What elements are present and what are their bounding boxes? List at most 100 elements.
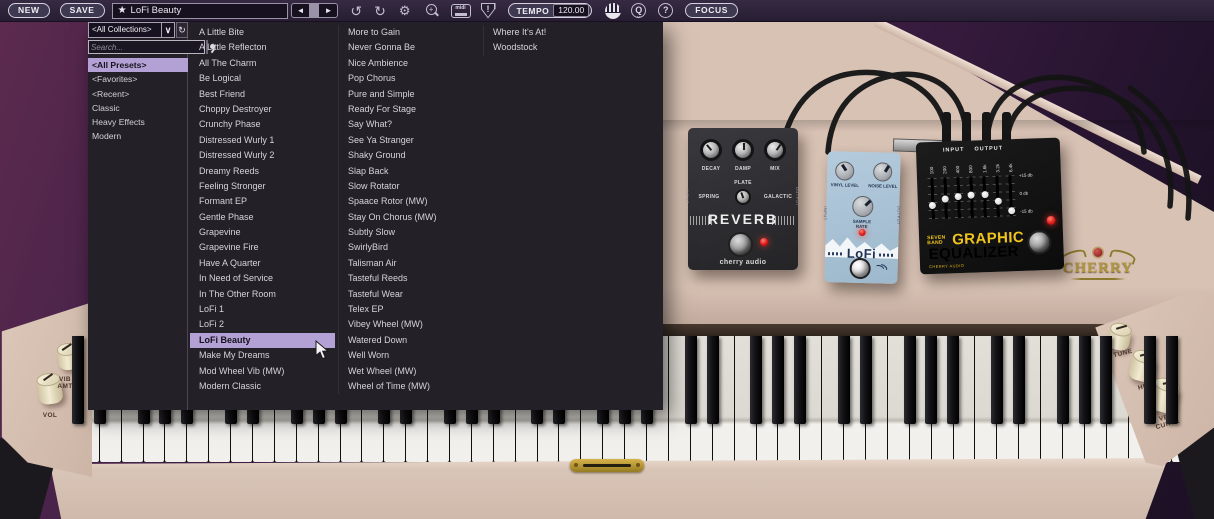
preset-item[interactable]: Watered Down — [339, 333, 483, 348]
lofi-sample-rate-knob[interactable] — [852, 196, 874, 218]
preset-item[interactable]: Grapevine Fire — [190, 240, 335, 255]
reverb-decay-knob[interactable] — [700, 139, 722, 161]
preset-item[interactable]: Distressed Wurly 2 — [190, 148, 335, 163]
preset-item[interactable]: Slow Rotator — [339, 179, 483, 194]
eq-slider[interactable] — [940, 177, 950, 218]
eq-slider[interactable] — [980, 176, 990, 217]
piano-black-key[interactable] — [991, 336, 1003, 424]
preset-item[interactable]: Vibey Wheel (MW) — [339, 317, 483, 332]
piano-black-key[interactable] — [1144, 336, 1156, 424]
piano-black-key[interactable] — [925, 336, 937, 424]
preset-item[interactable]: Grapevine — [190, 225, 335, 240]
collections-dropdown[interactable]: <All Collections> ∨ ↻ — [88, 22, 188, 38]
keyboard-panel-icon[interactable] — [605, 3, 621, 19]
preset-item[interactable]: LoFi Beauty — [190, 333, 335, 348]
preset-item[interactable]: Telex EP — [339, 302, 483, 317]
eq-slider-cap[interactable] — [955, 193, 962, 200]
preset-item[interactable]: More to Gain — [339, 25, 483, 40]
qwerty-midi-icon[interactable]: Q — [631, 3, 646, 18]
preset-item[interactable]: In Need of Service — [190, 271, 335, 286]
preset-item[interactable]: Nice Ambience — [339, 56, 483, 71]
eq-slider-cap[interactable] — [1008, 207, 1015, 214]
piano-black-key[interactable] — [1166, 336, 1178, 424]
favorite-star-icon[interactable]: ★ — [118, 5, 127, 16]
preset-item[interactable]: Slap Back — [339, 164, 483, 179]
settings-gear-icon[interactable]: ⚙ — [399, 1, 411, 21]
eq-slider[interactable] — [1006, 175, 1016, 216]
category-item[interactable]: Classic — [88, 101, 188, 115]
preset-item[interactable]: Subtly Slow — [339, 225, 483, 240]
preset-item[interactable]: Make My Dreams — [190, 348, 335, 363]
preset-item[interactable]: Be Logical — [190, 71, 335, 86]
piano-black-key[interactable] — [794, 336, 806, 424]
preset-item[interactable]: Wet Wheel (MW) — [339, 364, 483, 379]
piano-black-key[interactable] — [772, 336, 784, 424]
midi-panic-icon[interactable]: ! — [481, 3, 496, 19]
preset-item[interactable]: LoFi 2 — [190, 317, 335, 332]
piano-black-key[interactable] — [1057, 336, 1069, 424]
preset-item[interactable]: All The Charm — [190, 56, 335, 71]
preset-item[interactable]: Stay On Chorus (MW) — [339, 210, 483, 225]
eq-footswitch[interactable] — [1027, 230, 1052, 255]
next-preset-button[interactable]: ► — [319, 4, 337, 17]
preset-item[interactable]: SwirlyBird — [339, 240, 483, 255]
new-button[interactable]: NEW — [8, 3, 50, 18]
tempo-value[interactable]: 120.00 — [553, 4, 589, 17]
piano-black-key[interactable] — [1013, 336, 1025, 424]
help-icon[interactable]: ? — [658, 3, 673, 18]
search-input[interactable] — [88, 40, 205, 54]
midi-button[interactable]: midi — [451, 4, 471, 18]
eq-slider[interactable] — [953, 177, 963, 218]
piano-black-key[interactable] — [860, 336, 872, 424]
piano-black-key[interactable] — [750, 336, 762, 424]
piano-black-key[interactable] — [1100, 336, 1112, 424]
preset-item[interactable]: Formant EP — [190, 194, 335, 209]
refresh-icon[interactable]: ↻ — [176, 22, 188, 38]
redo-button[interactable]: ↻ — [374, 1, 386, 21]
preset-item[interactable]: Say What? — [339, 117, 483, 132]
preset-name-field[interactable]: ★ LoFi Beauty — [112, 3, 288, 19]
category-item[interactable]: Modern — [88, 129, 188, 143]
preset-item[interactable]: LoFi 1 — [190, 302, 335, 317]
focus-button[interactable]: FOCUS — [685, 3, 738, 18]
eq-slider-cap[interactable] — [981, 191, 988, 198]
collections-value[interactable]: <All Collections> — [88, 22, 162, 38]
preset-item[interactable]: Pure and Simple — [339, 87, 483, 102]
reverb-footswitch[interactable] — [728, 232, 753, 257]
preset-item[interactable]: Woodstock — [484, 40, 661, 55]
piano-black-key[interactable] — [904, 336, 916, 424]
lofi-footswitch[interactable] — [849, 258, 871, 280]
preset-item[interactable]: Gentle Phase — [190, 210, 335, 225]
preset-item[interactable]: Have A Quarter — [190, 256, 335, 271]
category-item[interactable]: Heavy Effects — [88, 115, 188, 129]
preset-item[interactable]: Mod Wheel Vib (MW) — [190, 364, 335, 379]
reverb-mix-knob[interactable] — [764, 139, 786, 161]
preset-item[interactable]: Talisman Air — [339, 256, 483, 271]
reverb-mode-selector[interactable] — [735, 189, 751, 205]
eq-slider-cap[interactable] — [968, 191, 975, 198]
preset-item[interactable]: Choppy Destroyer — [190, 102, 335, 117]
preset-item[interactable]: Tasteful Wear — [339, 287, 483, 302]
preset-item[interactable]: Best Friend — [190, 87, 335, 102]
preset-item[interactable]: Where It's At! — [484, 25, 661, 40]
reverb-damp-knob[interactable] — [732, 139, 754, 161]
category-item[interactable]: <All Presets> — [88, 58, 188, 72]
lofi-noise-level-knob[interactable] — [873, 162, 892, 181]
category-item[interactable]: <Favorites> — [88, 72, 188, 86]
preset-item[interactable]: A Little Reflecton — [190, 40, 335, 55]
preset-item[interactable]: Crunchy Phase — [190, 117, 335, 132]
eq-slider-cap[interactable] — [994, 197, 1001, 204]
preset-item[interactable]: See Ya Stranger — [339, 133, 483, 148]
preset-item[interactable]: Tasteful Reeds — [339, 271, 483, 286]
eq-slider-cap[interactable] — [942, 196, 949, 203]
preset-item[interactable]: Dreamy Reeds — [190, 164, 335, 179]
prev-preset-button[interactable]: ◄ — [292, 4, 310, 17]
piano-black-key[interactable] — [685, 336, 697, 424]
preset-item[interactable]: Feeling Stronger — [190, 179, 335, 194]
eq-slider[interactable] — [927, 178, 937, 219]
tempo-control[interactable]: TEMPO 120.00 — [508, 3, 593, 18]
preset-item[interactable]: Shaky Ground — [339, 148, 483, 163]
preset-item[interactable]: Wheel of Time (MW) — [339, 379, 483, 394]
preset-item[interactable]: Distressed Wurly 1 — [190, 133, 335, 148]
lofi-vinyl-level-knob[interactable] — [835, 161, 854, 180]
